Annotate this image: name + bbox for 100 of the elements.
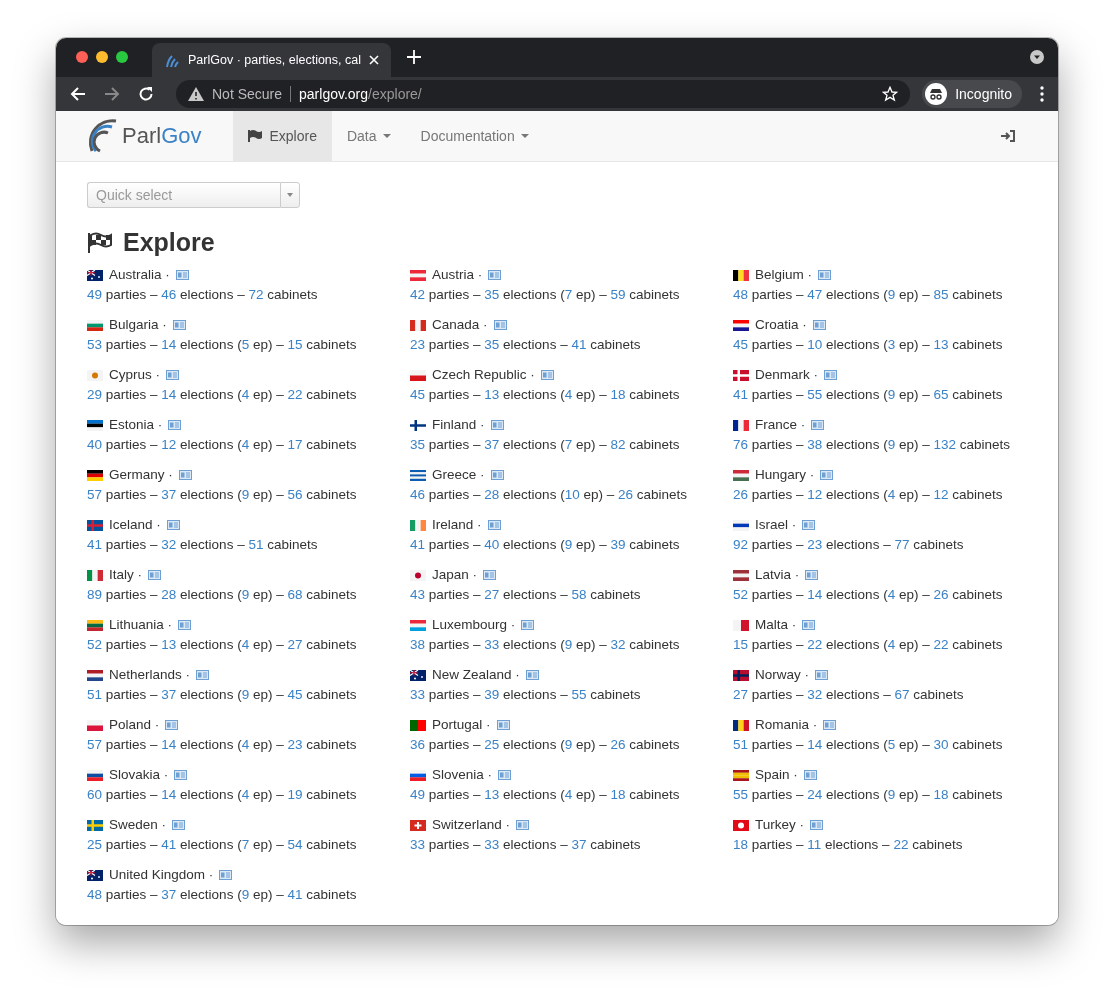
country-name[interactable]: Norway · — [755, 665, 809, 685]
country-name[interactable]: Slovenia · — [432, 765, 493, 785]
count-link[interactable]: 58 — [571, 587, 587, 602]
count-link[interactable]: 33 — [410, 837, 426, 852]
country-name[interactable]: Slovakia · — [109, 765, 169, 785]
card-icon[interactable] — [823, 720, 837, 730]
country-name[interactable]: Australia · — [109, 265, 170, 285]
count-link[interactable]: 7 — [241, 837, 250, 852]
count-link[interactable]: 29 — [87, 387, 103, 402]
count-link[interactable]: 9 — [887, 287, 896, 302]
country-name[interactable]: Japan · — [432, 565, 478, 585]
count-link[interactable]: 14 — [161, 337, 177, 352]
count-link[interactable]: 49 — [87, 287, 103, 302]
count-link[interactable]: 37 — [571, 837, 587, 852]
count-link[interactable]: 41 — [161, 837, 177, 852]
count-link[interactable]: 4 — [241, 437, 250, 452]
close-icon[interactable] — [369, 54, 379, 65]
count-link[interactable]: 68 — [287, 587, 303, 602]
count-link[interactable]: 51 — [733, 737, 749, 752]
country-name[interactable]: Romania · — [755, 715, 818, 735]
count-link[interactable]: 18 — [610, 387, 626, 402]
count-link[interactable]: 27 — [484, 587, 500, 602]
count-link[interactable]: 18 — [610, 787, 626, 802]
country-name[interactable]: Germany · — [109, 465, 173, 485]
count-link[interactable]: 55 — [571, 687, 587, 702]
card-icon[interactable] — [196, 670, 210, 680]
count-link[interactable]: 57 — [87, 487, 103, 502]
card-icon[interactable] — [178, 620, 192, 630]
count-link[interactable]: 41 — [571, 337, 587, 352]
count-link[interactable]: 49 — [410, 787, 426, 802]
count-link[interactable]: 9 — [887, 787, 896, 802]
count-link[interactable]: 22 — [287, 387, 303, 402]
country-name[interactable]: United Kingdom · — [109, 865, 214, 885]
count-link[interactable]: 37 — [161, 687, 177, 702]
card-icon[interactable] — [516, 820, 530, 830]
count-link[interactable]: 15 — [287, 337, 303, 352]
card-icon[interactable] — [803, 770, 817, 780]
parlgov-logo[interactable]: ParlGov — [86, 111, 202, 161]
minimize-window-icon[interactable] — [96, 51, 108, 64]
count-link[interactable]: 45 — [733, 337, 749, 352]
card-icon[interactable] — [811, 420, 825, 430]
reload-icon[interactable] — [138, 85, 154, 102]
count-link[interactable]: 52 — [87, 637, 103, 652]
count-link[interactable]: 33 — [410, 687, 426, 702]
country-name[interactable]: New Zealand · — [432, 665, 520, 685]
count-link[interactable]: 25 — [484, 737, 500, 752]
card-icon[interactable] — [540, 370, 554, 380]
count-link[interactable]: 76 — [733, 437, 749, 452]
count-link[interactable]: 53 — [87, 337, 103, 352]
count-link[interactable]: 67 — [894, 687, 910, 702]
card-icon[interactable] — [498, 770, 512, 780]
country-name[interactable]: Belgium · — [755, 265, 813, 285]
count-link[interactable]: 40 — [87, 437, 103, 452]
country-name[interactable]: Finland · — [432, 415, 485, 435]
count-link[interactable]: 4 — [887, 487, 896, 502]
country-name[interactable]: Netherlands · — [109, 665, 191, 685]
count-link[interactable]: 72 — [248, 287, 264, 302]
count-link[interactable]: 15 — [733, 637, 749, 652]
count-link[interactable]: 77 — [894, 537, 910, 552]
count-link[interactable]: 26 — [617, 487, 633, 502]
country-name[interactable]: Sweden · — [109, 815, 167, 835]
country-name[interactable]: Greece · — [432, 465, 485, 485]
count-link[interactable]: 22 — [933, 637, 949, 652]
count-link[interactable]: 11 — [807, 837, 822, 852]
count-link[interactable]: 26 — [610, 737, 626, 752]
count-link[interactable]: 48 — [733, 287, 749, 302]
count-link[interactable]: 4 — [241, 637, 250, 652]
count-link[interactable]: 9 — [564, 537, 573, 552]
count-link[interactable]: 60 — [87, 787, 103, 802]
card-icon[interactable] — [148, 570, 161, 580]
count-link[interactable]: 28 — [484, 487, 500, 502]
forward-icon[interactable] — [104, 85, 120, 102]
count-link[interactable]: 12 — [933, 487, 949, 502]
count-link[interactable]: 3 — [887, 337, 896, 352]
country-name[interactable]: Luxembourg · — [432, 615, 516, 635]
count-link[interactable]: 92 — [733, 537, 749, 552]
new-tab-icon[interactable] — [407, 50, 421, 65]
quick-select-field[interactable]: Quick select — [87, 182, 280, 208]
count-link[interactable]: 41 — [287, 887, 303, 902]
count-link[interactable]: 37 — [161, 887, 177, 902]
card-icon[interactable] — [166, 370, 179, 380]
count-link[interactable]: 7 — [564, 437, 573, 452]
card-icon[interactable] — [487, 520, 501, 530]
count-link[interactable]: 54 — [287, 837, 303, 852]
count-link[interactable]: 39 — [610, 537, 626, 552]
country-name[interactable]: Malta · — [755, 615, 797, 635]
count-link[interactable]: 35 — [484, 337, 500, 352]
incognito-button[interactable]: Incognito — [922, 79, 1022, 108]
count-link[interactable]: 9 — [241, 687, 250, 702]
country-name[interactable]: Canada · — [432, 315, 488, 335]
count-link[interactable]: 9 — [241, 587, 250, 602]
country-name[interactable]: Turkey · — [755, 815, 804, 835]
country-name[interactable]: Cyprus · — [109, 365, 160, 385]
sign-in-icon[interactable] — [1001, 130, 1015, 142]
card-icon[interactable] — [815, 670, 828, 680]
count-link[interactable]: 38 — [410, 637, 426, 652]
dropdown-button[interactable] — [280, 182, 300, 208]
nav-tab[interactable]: Explore — [233, 111, 332, 161]
nav-tab[interactable]: Data — [331, 111, 406, 161]
card-icon[interactable] — [824, 370, 837, 380]
